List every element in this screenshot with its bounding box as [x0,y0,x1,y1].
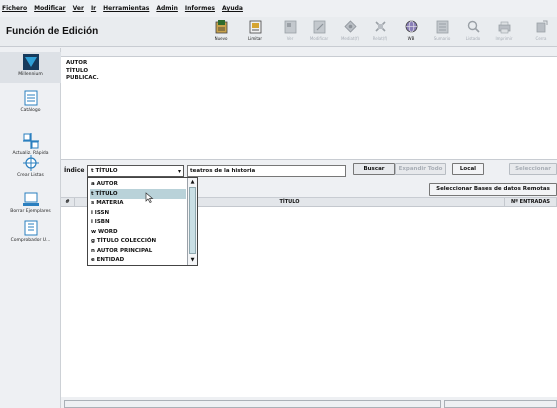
column-header-number[interactable]: # [61,198,75,207]
menu-informes[interactable]: Informes [185,5,215,12]
dropdown-option-autor[interactable]: a AUTOR [90,179,186,189]
print-icon [498,21,510,34]
sidebar-item-catalogo[interactable]: Catálogo [0,88,61,118]
mediate-icon [343,20,357,33]
toolbar-limitar-button[interactable]: Limitar [240,18,270,46]
sidebar-item-millennium[interactable]: Millennium [0,52,61,83]
menu-ver[interactable]: Ver [73,5,84,12]
scroll-down-icon[interactable]: ▼ [188,256,197,265]
scrollbar-thumb[interactable] [189,187,196,254]
sidebar-item-label: Crear Listas [17,173,44,178]
dropdown-scrollbar[interactable]: ▲ ▼ [187,178,197,265]
index-label: Índice [64,167,85,174]
toolbar: Función de Edición Nuevo Limitar Ver Mod… [0,17,557,47]
sidebar-item-borrar-ejemplares[interactable]: Borrar Ejemplares [0,189,61,219]
toolbar-imprimir-button[interactable]: Imprimir [489,18,519,46]
sidebar-item-label: Comprobador U... [10,238,51,243]
dropdown-option-titulo-coleccion[interactable]: g TÍTULO COLECCIÓN [90,236,186,246]
toolbar-label: Sumario [433,36,451,41]
create-lists-icon [22,155,39,171]
toolbar-label: Ver [286,36,294,41]
index-select[interactable]: t TÍTULO ▾ [87,165,184,177]
menu-ir[interactable]: Ir [91,5,96,12]
sidebar-item-crear-listas[interactable]: Crear Listas [0,153,61,183]
toolbar-label: Nuevo [214,36,228,41]
index-select-value: t TÍTULO [91,168,118,174]
relate-icon [374,21,386,32]
buscar-button[interactable]: Buscar [353,163,395,175]
menu-bar: Fichero Modificar Ver Ir Herramientas Ad… [0,0,557,17]
toolbar-nuevo-button[interactable]: Nuevo [206,18,236,46]
field-autor: AUTOR [66,60,88,66]
catalog-icon [24,90,37,106]
menu-fichero[interactable]: Fichero [2,5,27,12]
mouse-cursor-icon [145,192,154,203]
new-record-icon [215,20,227,34]
close-icon [536,20,547,33]
sidebar-item-label: Catálogo [20,108,41,113]
dropdown-option-materia[interactable]: s MATERIA [90,198,186,208]
expandir-todo-button[interactable]: Expandir Todo [395,163,446,175]
local-button[interactable]: Local [452,163,484,175]
menu-admin[interactable]: Admin [156,5,178,12]
sidebar-item-label: Millennium [18,72,43,77]
web-icon [405,20,417,33]
page-title: Función de Edición [6,26,99,37]
status-field-main [64,400,441,408]
menu-herramientas[interactable]: Herramientas [103,5,149,12]
sidebar-item-comprobador[interactable]: Comprobador U... [0,218,61,248]
limit-icon [249,20,261,34]
toolbar-modificar-button[interactable]: Modificar [304,18,334,46]
checker-icon [24,220,37,236]
dropdown-option-isbn[interactable]: i ISBN [90,217,186,227]
status-field-right [444,400,557,408]
toolbar-relat-button[interactable]: Relat(f) [365,18,395,46]
sidebar-item-label: Borrar Ejemplares [10,209,51,214]
toolbar-label: WB [407,36,415,41]
toolbar-label: Listado [465,36,481,41]
field-titulo: TÍTULO [66,67,88,74]
search-input[interactable]: teatros de la historia [187,165,346,177]
toolbar-ver-button[interactable]: Ver [275,18,305,46]
field-publicacion: PUBLICAC. [66,75,99,81]
view-icon [284,20,296,34]
toolbar-label: Limitar [247,36,262,41]
toolbar-label: Imprimir [495,36,513,41]
menu-ayuda[interactable]: Ayuda [222,5,243,12]
status-bar [61,398,557,408]
chevron-down-icon: ▾ [177,168,181,175]
scroll-up-icon[interactable]: ▲ [188,178,197,187]
toolbar-cerrar-button[interactable]: Cerra [526,18,556,46]
toolbar-label: Relat(f) [372,36,388,41]
menu-modificar[interactable]: Modificar [34,5,65,12]
seleccionar-button[interactable]: Seleccionar [509,163,557,175]
toolbar-listado-button[interactable]: Listado [458,18,488,46]
millennium-logo-icon [22,54,39,70]
dropdown-option-entidad[interactable]: e ENTIDAD [90,255,186,265]
toolbar-label: Mediat(f) [340,36,360,41]
modify-icon [313,20,325,34]
toolbar-sumario-button[interactable]: Sumario [427,18,457,46]
summary-icon [436,20,448,34]
toolbar-wb-button[interactable]: WB [396,18,426,46]
index-dropdown-list: a AUTOR t TÍTULO s MATERIA i ISSN i ISBN… [87,177,198,266]
remote-databases-button[interactable]: Seleccionar Bases de datos Remotas [429,183,557,196]
sidebar: Millennium Catálogo Actualiz. Rápida Cre… [0,48,61,408]
quick-update-icon [22,133,39,149]
toolbar-label: Cerra [535,36,547,41]
column-header-entries[interactable]: Nº ENTRADAS [505,198,557,207]
delete-items-icon [22,192,39,206]
toolbar-label: Modificar [309,36,329,41]
record-fields-panel: AUTOR TÍTULO PUBLICAC. [61,56,557,160]
list-icon [467,20,480,33]
toolbar-mediat-button[interactable]: Mediat(f) [335,18,365,46]
